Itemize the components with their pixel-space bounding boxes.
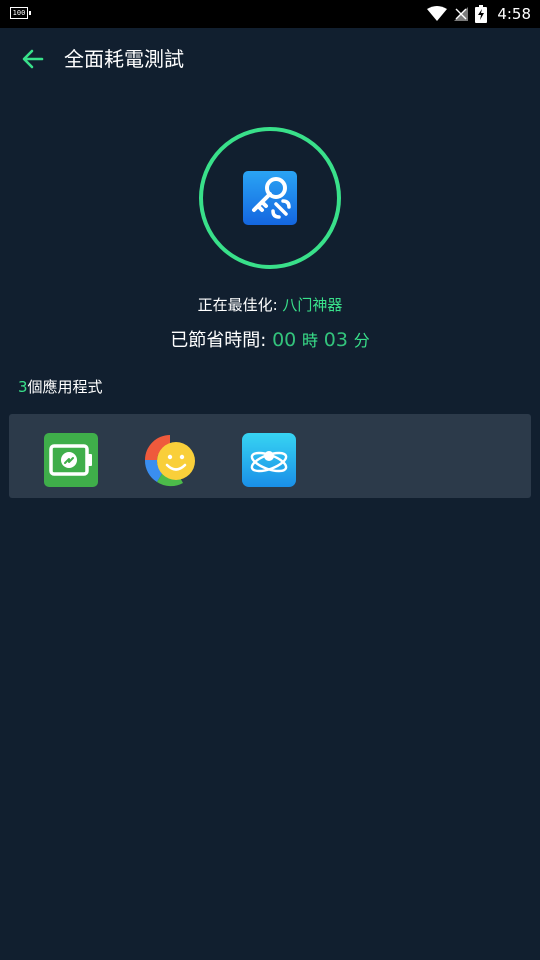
saved-time-label: 已節省時間: (170, 330, 273, 351)
status-bar: 100 4:58 (0, 0, 540, 28)
back-button[interactable] (18, 44, 48, 74)
app-header: 全面耗電測試 (0, 28, 540, 90)
saved-minutes-unit: 分 (353, 331, 370, 350)
status-time: 4:58 (497, 5, 531, 23)
saved-hours-unit: 時 (302, 331, 319, 350)
battery-charging-icon (475, 5, 488, 23)
apps-count-number: 3 (18, 378, 28, 396)
battery-app-icon[interactable] (44, 433, 98, 487)
apps-count: 3個應用程式 (18, 376, 103, 398)
smiley-app-icon[interactable] (143, 433, 197, 487)
optimizing-app-name: 八门神器 (282, 296, 343, 314)
saved-time: 已節省時間: 00 時 03 分 (0, 326, 540, 355)
saved-hours: 00 (272, 329, 297, 351)
battery-indicator-left: 100 (10, 7, 31, 19)
saved-minutes: 03 (323, 329, 348, 351)
atom-app-icon[interactable] (242, 433, 296, 487)
apps-panel (9, 414, 531, 498)
current-app-icon (243, 171, 297, 225)
optimizing-label: 正在最佳化: (197, 296, 283, 314)
page-title: 全面耗電測試 (64, 47, 184, 71)
arrow-left-icon (22, 49, 44, 69)
signal-off-icon (454, 7, 469, 21)
optimizing-status: 正在最佳化: 八门神器 (0, 294, 540, 316)
wifi-icon (427, 6, 448, 21)
apps-count-label: 個應用程式 (27, 378, 103, 396)
status-icons: 4:58 (427, 0, 531, 28)
